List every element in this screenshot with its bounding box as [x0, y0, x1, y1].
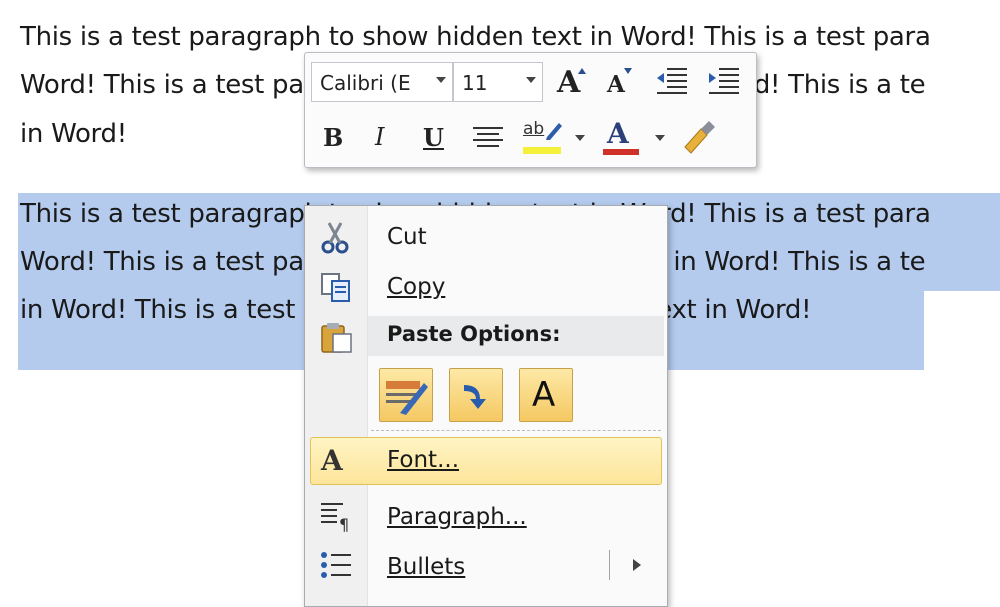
chevron-down-icon[interactable]	[526, 77, 536, 83]
highlight-icon: ab	[523, 119, 545, 139]
arrow-down-icon	[624, 68, 632, 74]
format-painter-button[interactable]	[679, 117, 721, 157]
shrink-font-icon: A	[607, 71, 625, 98]
copy-icon	[321, 273, 350, 302]
paste-merge-formatting-button[interactable]	[449, 368, 503, 422]
font-name-value: Calibri (E	[320, 71, 411, 95]
font-size-combo[interactable]: 11	[453, 62, 543, 102]
svg-text:¶: ¶	[339, 515, 349, 534]
highlight-color-swatch	[523, 147, 561, 154]
menu-item-label: Copy	[387, 274, 446, 300]
menu-item-font[interactable]: A Font...	[310, 437, 662, 485]
menu-item-paragraph[interactable]: ¶ Paragraph...	[305, 494, 665, 540]
paragraph-icon: ¶	[321, 503, 349, 534]
chevron-right-icon	[633, 559, 641, 571]
chevron-down-icon[interactable]	[655, 135, 665, 141]
mini-toolbar: Calibri (E 11 A A B I U ab A	[304, 52, 757, 168]
paragraph-1-line-1: This is a test paragraph to show hidden …	[20, 22, 931, 52]
grow-font-button[interactable]: A	[553, 63, 589, 101]
font-size-value: 11	[462, 71, 488, 95]
shrink-font-button[interactable]: A	[601, 63, 637, 101]
font-color-icon: A	[607, 117, 629, 150]
pen-icon	[546, 123, 562, 140]
arrow-up-icon	[578, 68, 586, 74]
chevron-down-icon[interactable]	[436, 77, 446, 83]
menu-item-label: Font...	[387, 447, 460, 473]
paste-keep-text-icon: A	[532, 375, 556, 415]
context-menu: Cut Copy Paste Options: A A Font... ¶ Pa…	[304, 205, 668, 607]
underline-button[interactable]: U	[423, 123, 444, 152]
submenu-divider	[609, 550, 610, 580]
font-menu-icon: A	[321, 444, 343, 477]
paste-keep-source-formatting-button[interactable]	[379, 368, 433, 422]
scissors-icon	[321, 222, 349, 254]
font-name-combo[interactable]: Calibri (E	[311, 62, 453, 102]
decrease-indent-button[interactable]	[655, 65, 689, 99]
font-color-swatch	[603, 149, 639, 155]
paste-icon	[321, 323, 352, 353]
center-align-button[interactable]	[471, 123, 505, 153]
menu-item-label: Bullets	[387, 554, 466, 580]
menu-item-cut[interactable]: Cut	[305, 214, 665, 260]
paste-merge-icon	[464, 385, 486, 409]
paste-options-header: Paste Options:	[368, 316, 664, 356]
paste-keep-source-icon	[386, 381, 428, 415]
bullets-icon	[321, 552, 351, 578]
menu-item-label: Paragraph...	[387, 504, 527, 530]
format-painter-icon	[684, 121, 715, 154]
decrease-indent-icon	[657, 68, 687, 94]
menu-separator	[371, 430, 661, 431]
menu-item-bullets[interactable]: Bullets	[305, 544, 665, 590]
menu-item-copy[interactable]: Copy	[305, 264, 665, 310]
increase-indent-icon	[709, 68, 739, 94]
center-align-icon	[473, 127, 503, 147]
paste-options-label: Paste Options:	[387, 322, 561, 346]
highlight-button[interactable]: ab	[521, 117, 565, 157]
paste-keep-text-only-button[interactable]: A	[519, 368, 573, 422]
chevron-down-icon[interactable]	[575, 135, 585, 141]
paragraph-1-line-3: in Word!	[20, 119, 127, 149]
increase-indent-button[interactable]	[707, 65, 741, 99]
font-color-button[interactable]: A	[601, 117, 641, 157]
menu-item-label: Cut	[387, 224, 427, 250]
italic-button[interactable]: I	[375, 123, 384, 151]
bold-button[interactable]: B	[323, 123, 343, 152]
